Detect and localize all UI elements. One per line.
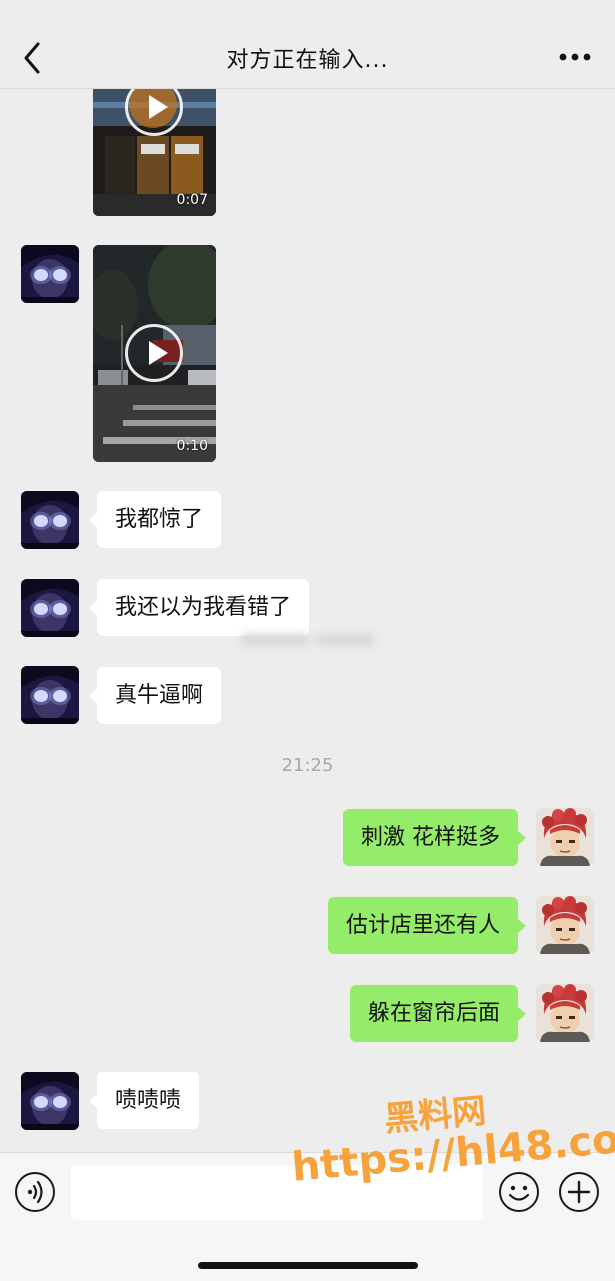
blurred-overlay xyxy=(315,633,375,647)
plus-icon xyxy=(567,1180,591,1204)
message-bubble[interactable]: 估计店里还有人 xyxy=(327,897,527,954)
message-timestamp: 21:25 xyxy=(281,755,334,776)
message-bubble[interactable]: 我都惊了 xyxy=(88,491,222,548)
voice-button[interactable] xyxy=(15,1172,55,1212)
contact-avatar[interactable] xyxy=(21,579,79,637)
home-indicator xyxy=(198,1262,418,1269)
message-bubble[interactable]: 啧啧啧 xyxy=(88,1072,200,1129)
emoji-icon xyxy=(508,1185,530,1201)
avatar-image xyxy=(21,1072,79,1130)
play-icon xyxy=(125,324,183,382)
contact-avatar[interactable] xyxy=(21,1072,79,1130)
avatar-image xyxy=(21,666,79,724)
message-bubble[interactable]: 真牛逼啊 xyxy=(88,667,222,724)
chat-header: 对方正在输入... xyxy=(0,0,615,89)
contact-avatar[interactable] xyxy=(21,245,79,303)
message-bubble[interactable]: 刺激 花样挺多 xyxy=(343,809,526,866)
avatar-image xyxy=(21,579,79,637)
user-avatar[interactable] xyxy=(536,984,594,1042)
chat-title: 对方正在输入... xyxy=(226,48,389,73)
avatar-image xyxy=(536,896,594,954)
blurred-overlay xyxy=(240,633,310,647)
voice-icon xyxy=(27,1180,43,1204)
user-avatar[interactable] xyxy=(536,896,594,954)
chat-messages: 0:07 0:10 我都惊了 我还以为我看错了 真牛逼啊 21:25 刺激 花样… xyxy=(0,89,615,1152)
avatar-image xyxy=(536,984,594,1042)
video-message[interactable]: 0:07 xyxy=(93,89,216,216)
add-button[interactable] xyxy=(559,1172,599,1212)
message-bubble[interactable]: 躲在窗帘后面 xyxy=(349,985,527,1042)
more-dots-icon xyxy=(559,53,591,61)
contact-avatar[interactable] xyxy=(21,666,79,724)
video-duration: 0:07 xyxy=(176,192,208,208)
contact-avatar[interactable] xyxy=(21,491,79,549)
user-avatar[interactable] xyxy=(536,808,594,866)
avatar-image xyxy=(536,808,594,866)
video-duration: 0:10 xyxy=(176,438,208,454)
more-options-button[interactable] xyxy=(553,40,597,76)
avatar-image xyxy=(21,491,79,549)
emoji-button[interactable] xyxy=(499,1172,539,1212)
video-message[interactable]: 0:10 xyxy=(93,245,216,462)
avatar-image xyxy=(21,245,79,303)
message-bubble[interactable]: 我还以为我看错了 xyxy=(88,579,310,636)
